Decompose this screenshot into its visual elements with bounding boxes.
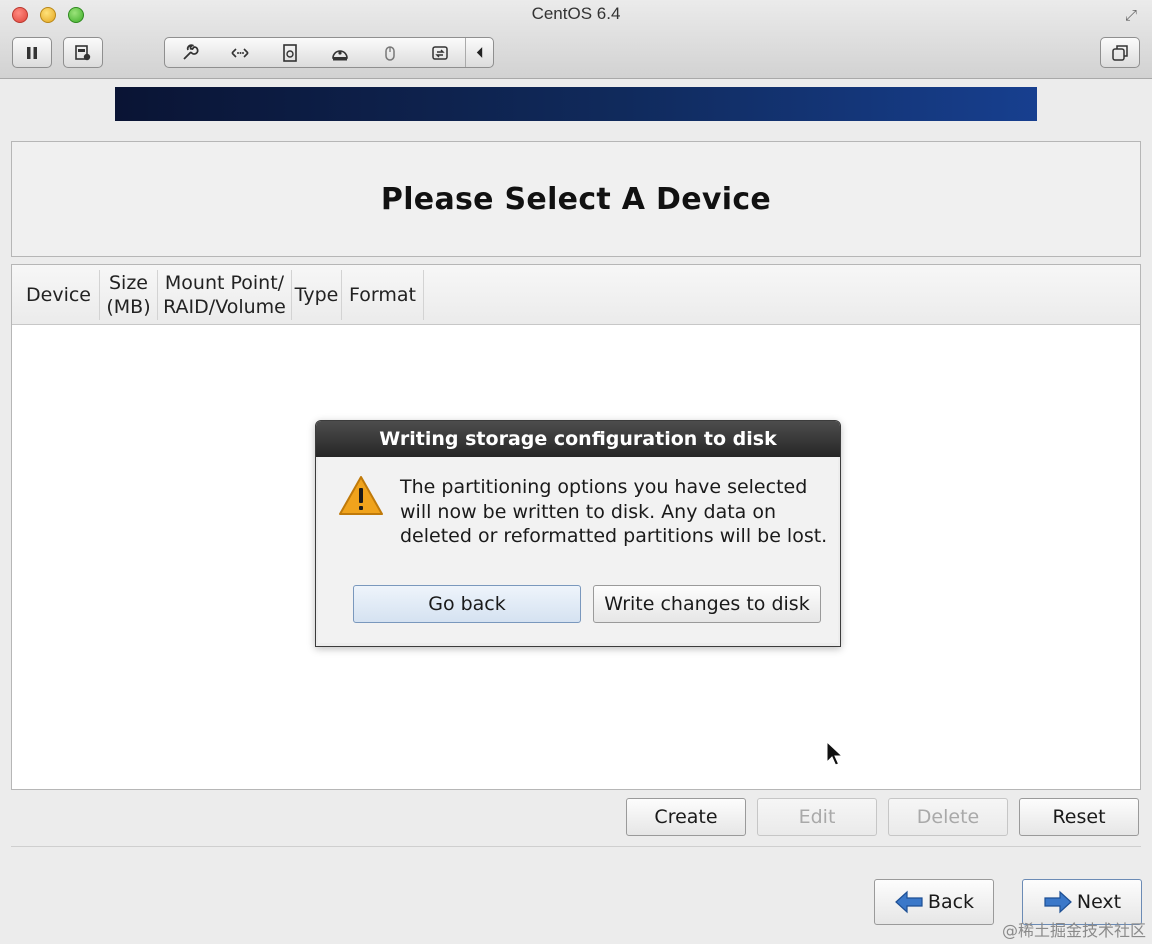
- network-button[interactable]: [215, 38, 265, 67]
- cd-dvd-button[interactable]: [265, 38, 315, 67]
- shared-folder-icon: [432, 45, 448, 60]
- separator: [11, 846, 1141, 847]
- write-changes-button[interactable]: Write changes to disk: [593, 585, 821, 623]
- fullscreen-icon[interactable]: ⤢: [1122, 6, 1140, 24]
- installer-banner: [115, 87, 1037, 121]
- column-header-format[interactable]: Format: [342, 270, 424, 320]
- watermark: @稀土掘金技术社区: [1001, 921, 1146, 940]
- window-title: CentOS 6.4: [531, 4, 621, 23]
- window-restore-icon: [1112, 44, 1128, 61]
- usb-mouse-button[interactable]: [365, 38, 415, 67]
- window-restore-button[interactable]: [1100, 37, 1140, 68]
- mouse-cursor-icon: [826, 741, 844, 766]
- column-header-mount-point[interactable]: Mount Point/ RAID/Volume: [158, 270, 292, 320]
- usb-mouse-icon: [385, 45, 395, 61]
- collapse-arrow-icon: [476, 47, 483, 58]
- dialog-title: Writing storage configuration to disk: [316, 421, 840, 457]
- dialog-message: The partitioning options you have select…: [400, 476, 828, 547]
- shared-folder-button[interactable]: [415, 38, 465, 67]
- delete-button[interactable]: Delete: [888, 798, 1008, 836]
- back-label: Back: [927, 891, 975, 913]
- toolbar-collapse-button[interactable]: [465, 38, 493, 67]
- settings-button[interactable]: [165, 38, 215, 67]
- pause-button[interactable]: [12, 37, 52, 68]
- go-back-button[interactable]: Go back: [353, 585, 581, 623]
- vm-window-titlebar: CentOS 6.4 ⤢: [0, 0, 1152, 79]
- network-icon: [231, 47, 249, 58]
- hard-disk-icon: [332, 49, 348, 60]
- create-button[interactable]: Create: [626, 798, 746, 836]
- back-button[interactable]: Back: [874, 879, 994, 925]
- hard-disk-button[interactable]: [315, 38, 365, 67]
- column-header-size[interactable]: Size (MB): [100, 270, 158, 320]
- settings-wrench-icon: [183, 43, 199, 60]
- edit-button[interactable]: Edit: [757, 798, 877, 836]
- column-header-device[interactable]: Device: [12, 270, 100, 320]
- header-panel: Please Select A Device: [11, 141, 1141, 257]
- snapshot-button[interactable]: [63, 37, 103, 68]
- disk-image-icon: [283, 43, 297, 62]
- reset-button[interactable]: Reset: [1019, 798, 1139, 836]
- vm-device-toolbar: [164, 37, 494, 68]
- dialog-body: The partitioning options you have select…: [318, 457, 838, 643]
- arrow-left-icon: [895, 890, 923, 914]
- next-label: Next: [1076, 891, 1122, 913]
- write-storage-dialog: Writing storage configuration to disk Th…: [315, 420, 841, 647]
- warning-icon: [339, 476, 383, 515]
- column-header-type[interactable]: Type: [292, 270, 342, 320]
- pause-icon: [27, 46, 37, 59]
- table-header: Device Size (MB) Mount Point/ RAID/Volum…: [12, 265, 1140, 325]
- page-title: Please Select A Device: [380, 181, 772, 217]
- snapshot-icon: [75, 44, 91, 60]
- arrow-right-icon: [1044, 890, 1072, 914]
